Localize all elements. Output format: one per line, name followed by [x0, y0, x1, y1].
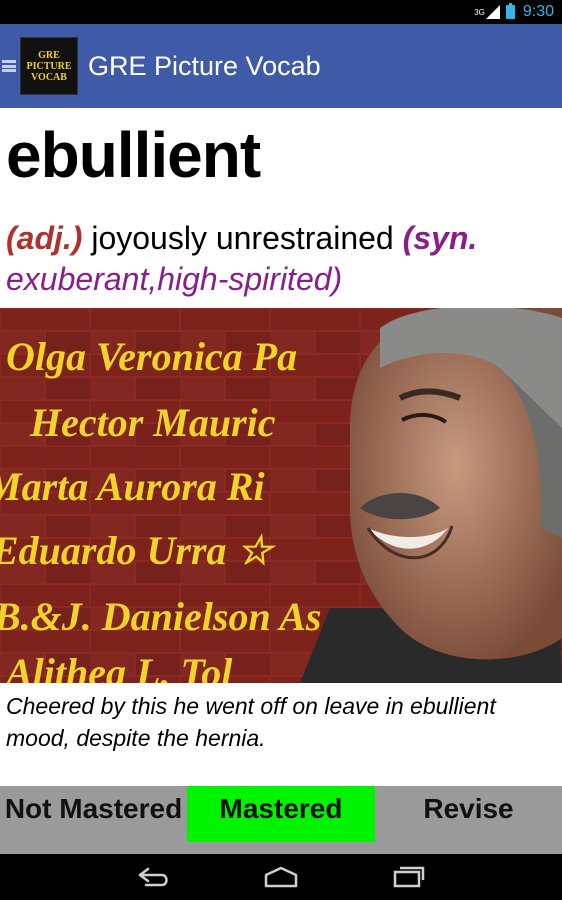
- part-of-speech: (adj.): [6, 220, 83, 256]
- recent-apps-icon[interactable]: [389, 862, 429, 892]
- synonyms: exuberant,high-spirited): [6, 261, 343, 297]
- menu-icon[interactable]: [2, 54, 16, 78]
- definition-text: joyously unrestrained: [91, 220, 394, 256]
- system-nav-bar: [0, 854, 562, 900]
- wall-text-line: B.&J. Danielson As: [0, 594, 321, 639]
- mastery-button-bar: Not Mastered Mastered Revise: [0, 786, 562, 854]
- action-bar: GRE PICTURE VOCAB GRE Picture Vocab: [0, 24, 562, 108]
- status-bar: 3G 9:30: [0, 0, 562, 24]
- network-type: 3G: [474, 8, 485, 17]
- wall-text-line: Eduardo Urra ☆: [0, 528, 277, 573]
- wall-text-line: Hector Mauric: [29, 400, 276, 445]
- revise-button[interactable]: Revise: [375, 786, 562, 842]
- word-illustration: Olga Veronica Pa Hector Mauric Marta Aur…: [0, 308, 562, 683]
- battery-icon: [505, 3, 515, 19]
- wall-text-line: Marta Aurora Ri: [0, 464, 265, 509]
- definition: (adj.) joyously unrestrained (syn. exube…: [6, 218, 556, 300]
- clock: 9:30: [522, 3, 554, 20]
- synonym-label: (syn.: [402, 220, 478, 256]
- home-icon[interactable]: [261, 862, 301, 892]
- app-title: GRE Picture Vocab: [88, 50, 321, 81]
- wall-text-line: Olga Veronica Pa: [6, 334, 297, 379]
- example-sentence: Cheered by this he went off on leave in …: [6, 693, 496, 751]
- mastered-button[interactable]: Mastered: [187, 786, 375, 842]
- signal-icon: 3G: [474, 5, 500, 19]
- not-mastered-button[interactable]: Not Mastered: [0, 786, 187, 842]
- back-icon[interactable]: [133, 862, 173, 892]
- wall-text-line: Alithea L. Tol: [3, 650, 233, 683]
- app-logo[interactable]: GRE PICTURE VOCAB: [20, 37, 78, 95]
- vocab-word: ebullient: [6, 119, 261, 191]
